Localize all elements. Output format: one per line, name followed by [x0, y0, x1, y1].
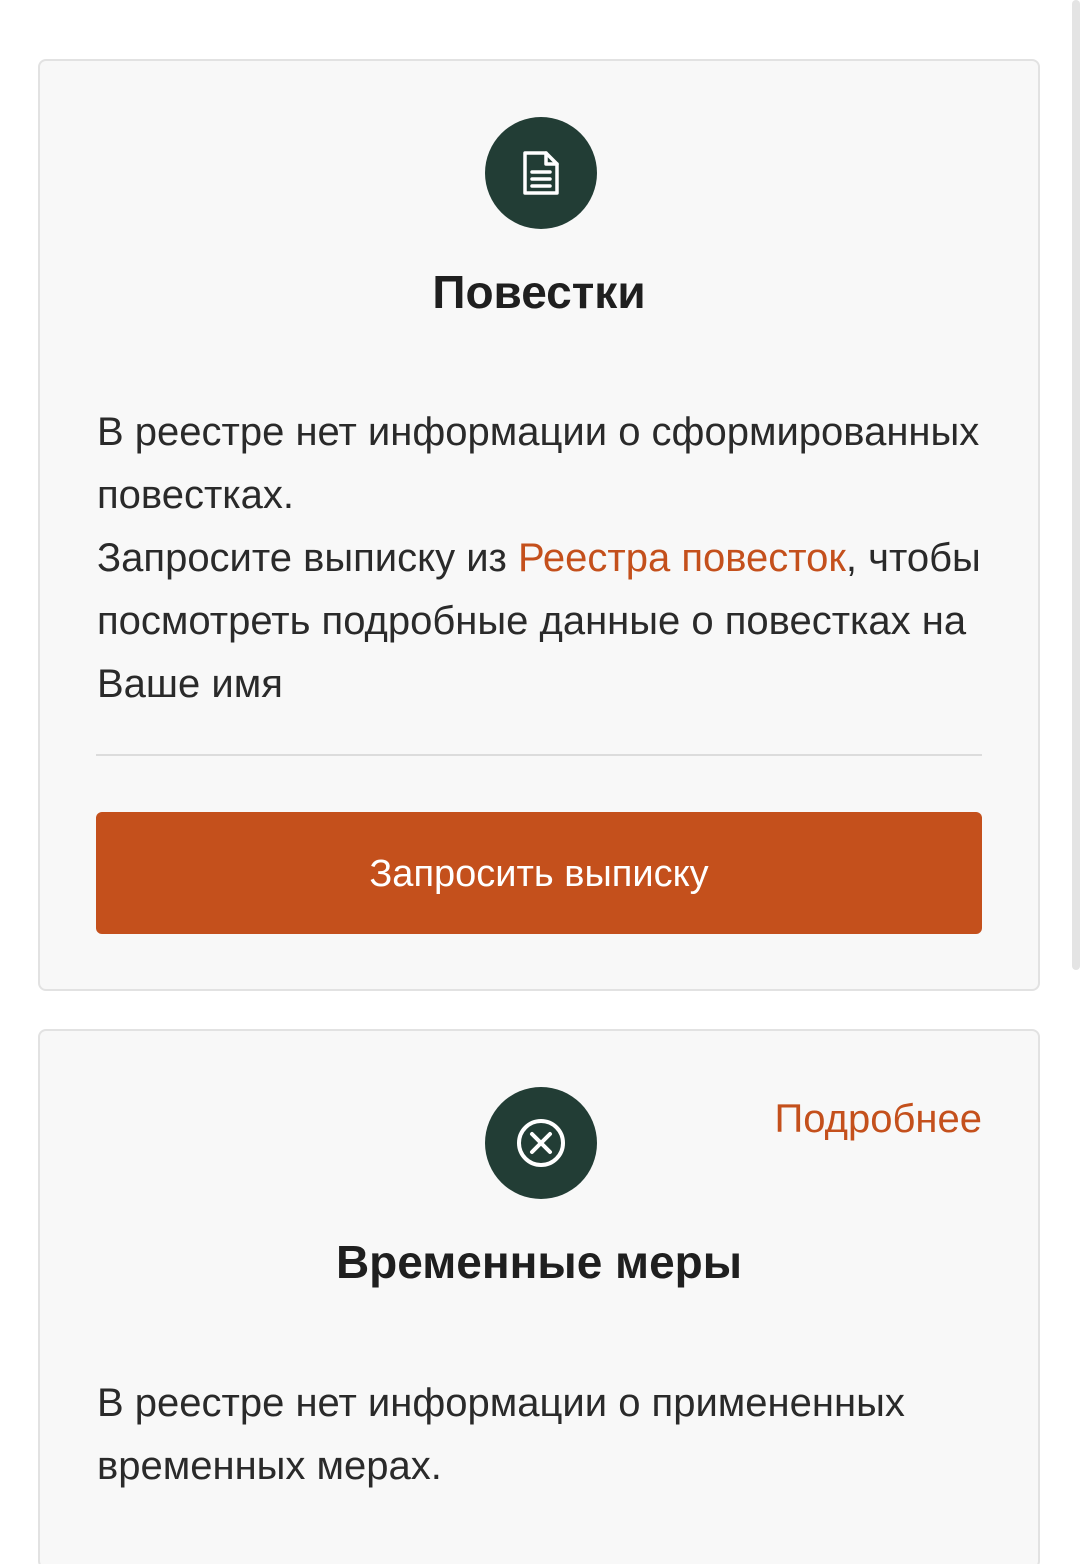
more-details-link[interactable]: Подробнее [775, 1095, 982, 1143]
summons-description: В реестре нет информации о сформированны… [97, 401, 998, 716]
temporary-measures-description: В реестре нет информации о примененных в… [97, 1381, 905, 1488]
request-extract-button[interactable]: Запросить выписку [96, 812, 982, 934]
temporary-measures-title: Временные меры [335, 1236, 743, 1288]
summons-text-before-link: Запросите выписку из [97, 536, 518, 580]
document-icon [485, 117, 597, 229]
close-circle-icon [485, 1087, 597, 1199]
card-divider [96, 754, 982, 756]
summons-text-line-1: В реестре нет информации о сформированны… [97, 410, 980, 517]
summons-registry-link[interactable]: Реестра повесток [518, 536, 846, 580]
temporary-measures-card: Подробнее Временные меры В реестре нет и… [38, 1029, 1040, 1564]
summons-card: Повестки В реестре нет информации о сфор… [38, 59, 1040, 991]
scrollbar[interactable] [1072, 0, 1080, 970]
page: Повестки В реестре нет информации о сфор… [0, 0, 1080, 1564]
summons-title: Повестки [432, 266, 646, 318]
